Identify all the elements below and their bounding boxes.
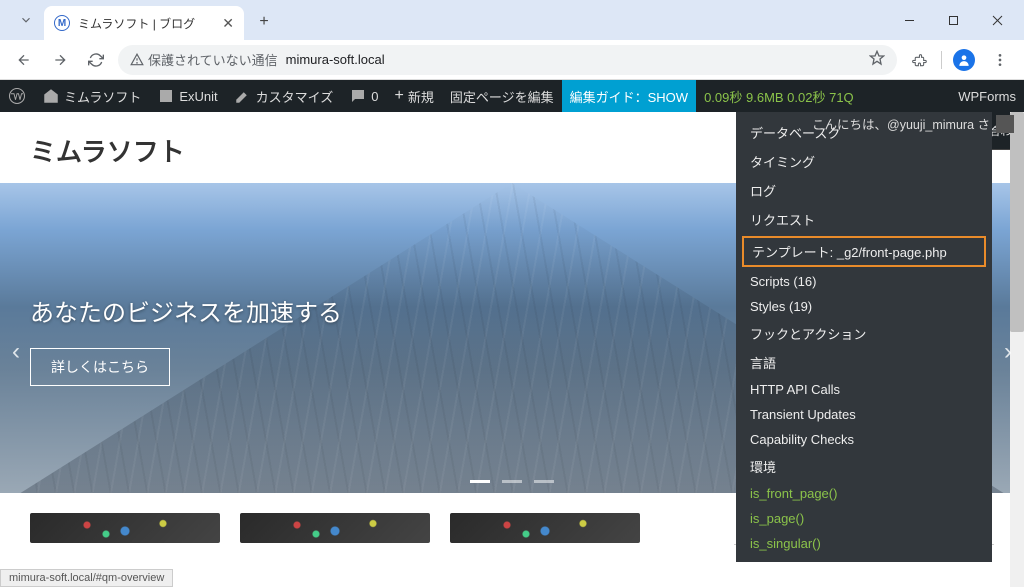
slider-dot-3[interactable] bbox=[534, 480, 554, 483]
qm-item-5[interactable]: Scripts (16) bbox=[736, 269, 992, 294]
close-window-button[interactable] bbox=[978, 5, 1016, 35]
qm-item-1[interactable]: タイミング bbox=[736, 147, 992, 176]
qm-item-6[interactable]: Styles (19) bbox=[736, 294, 992, 319]
exunit-link[interactable]: ExUnit bbox=[149, 80, 225, 112]
greeting-text: こんにちは、@yuuji_mimura さ bbox=[812, 114, 990, 133]
edit-page-link[interactable]: 固定ページを編集 bbox=[442, 80, 562, 112]
qm-item-12[interactable]: 環境 bbox=[736, 452, 992, 481]
qm-item-8[interactable]: 言語 bbox=[736, 348, 992, 377]
post-thumb-3[interactable] bbox=[450, 513, 640, 543]
maximize-button[interactable] bbox=[934, 5, 972, 35]
query-monitor-dropdown: データベースクタイミングログリクエストテンプレート: _g2/front-pag… bbox=[736, 112, 992, 562]
browser-chrome: M ミムラソフト | ブログ ✕ + 保護されていない通信 mimura-sof… bbox=[0, 0, 1024, 80]
customize-link[interactable]: カスタマイズ bbox=[226, 80, 342, 112]
tab-search-dropdown[interactable] bbox=[12, 6, 40, 34]
minimize-button[interactable] bbox=[890, 5, 928, 35]
slider-dot-2[interactable] bbox=[502, 480, 522, 483]
favicon-icon: M bbox=[54, 15, 70, 31]
new-tab-button[interactable]: + bbox=[250, 8, 278, 36]
comments-link[interactable]: 0 bbox=[341, 80, 386, 112]
browser-status-bar: mimura-soft.local/#qm-overview bbox=[0, 569, 173, 587]
qm-item-10[interactable]: Transient Updates bbox=[736, 402, 992, 427]
address-bar: 保護されていない通信 mimura-soft.local bbox=[0, 40, 1024, 80]
post-thumb-1[interactable] bbox=[30, 513, 220, 543]
url-text: mimura-soft.local bbox=[286, 52, 385, 67]
window-controls bbox=[890, 5, 1016, 35]
close-icon[interactable]: ✕ bbox=[222, 15, 234, 32]
scrollbar[interactable] bbox=[1010, 112, 1024, 587]
forward-button[interactable] bbox=[46, 46, 74, 74]
slider-dots bbox=[470, 480, 554, 483]
title-bar: M ミムラソフト | ブログ ✕ + bbox=[0, 0, 1024, 40]
reload-button[interactable] bbox=[82, 46, 110, 74]
wp-logo-button[interactable] bbox=[0, 80, 34, 112]
tab-area: M ミムラソフト | ブログ ✕ + bbox=[8, 0, 890, 40]
site-link[interactable]: ミムラソフト bbox=[34, 80, 149, 112]
qm-item-14[interactable]: is_page() bbox=[736, 506, 992, 531]
post-thumbnails bbox=[30, 513, 704, 545]
slider-dot-1[interactable] bbox=[470, 480, 490, 483]
profile-button[interactable] bbox=[950, 46, 978, 74]
edit-guide-toggle[interactable]: 編集ガイド：SHOW bbox=[562, 80, 696, 112]
slider-next-button[interactable]: › bbox=[1004, 338, 1012, 366]
hero-cta-button[interactable]: 詳しくはこちら bbox=[30, 348, 170, 386]
hero-heading: あなたのビジネスを加速する bbox=[30, 293, 342, 328]
slider-prev-button[interactable]: ‹ bbox=[12, 338, 20, 366]
scrollbar-thumb[interactable] bbox=[1010, 112, 1024, 332]
query-monitor-button[interactable]: 0.09秒 9.6MB 0.02秒 71Q bbox=[696, 80, 862, 112]
new-content-link[interactable]: +新規 bbox=[387, 80, 442, 112]
address-input[interactable]: 保護されていない通信 mimura-soft.local bbox=[118, 45, 897, 75]
qm-item-3[interactable]: リクエスト bbox=[736, 205, 992, 234]
howdy-user[interactable]: こんにちは、@yuuji_mimura さ bbox=[812, 114, 1014, 133]
wpforms-link[interactable]: WPForms bbox=[950, 80, 1024, 112]
post-thumb-2[interactable] bbox=[240, 513, 430, 543]
user-avatar-icon bbox=[996, 115, 1014, 133]
qm-item-7[interactable]: フックとアクション bbox=[736, 319, 992, 348]
qm-item-15[interactable]: is_singular() bbox=[736, 531, 992, 556]
security-label: 保護されていない通信 bbox=[148, 50, 278, 69]
qm-item-4[interactable]: テンプレート: _g2/front-page.php bbox=[742, 236, 986, 267]
avatar-icon bbox=[953, 49, 975, 71]
qm-item-11[interactable]: Capability Checks bbox=[736, 427, 992, 452]
qm-item-2[interactable]: ログ bbox=[736, 176, 992, 205]
wp-admin-bar: ミムラソフト ExUnit カスタマイズ 0 +新規 固定ページを編集 編集ガイ… bbox=[0, 80, 1024, 112]
browser-menu-button[interactable] bbox=[986, 46, 1014, 74]
bookmark-icon[interactable] bbox=[869, 50, 885, 69]
qm-item-13[interactable]: is_front_page() bbox=[736, 481, 992, 506]
browser-tab[interactable]: M ミムラソフト | ブログ ✕ bbox=[44, 6, 244, 40]
security-warning-icon: 保護されていない通信 bbox=[130, 50, 278, 69]
qm-item-9[interactable]: HTTP API Calls bbox=[736, 377, 992, 402]
tab-title: ミムラソフト | ブログ bbox=[78, 15, 214, 32]
divider bbox=[941, 51, 942, 69]
extensions-icon[interactable] bbox=[905, 46, 933, 74]
back-button[interactable] bbox=[10, 46, 38, 74]
